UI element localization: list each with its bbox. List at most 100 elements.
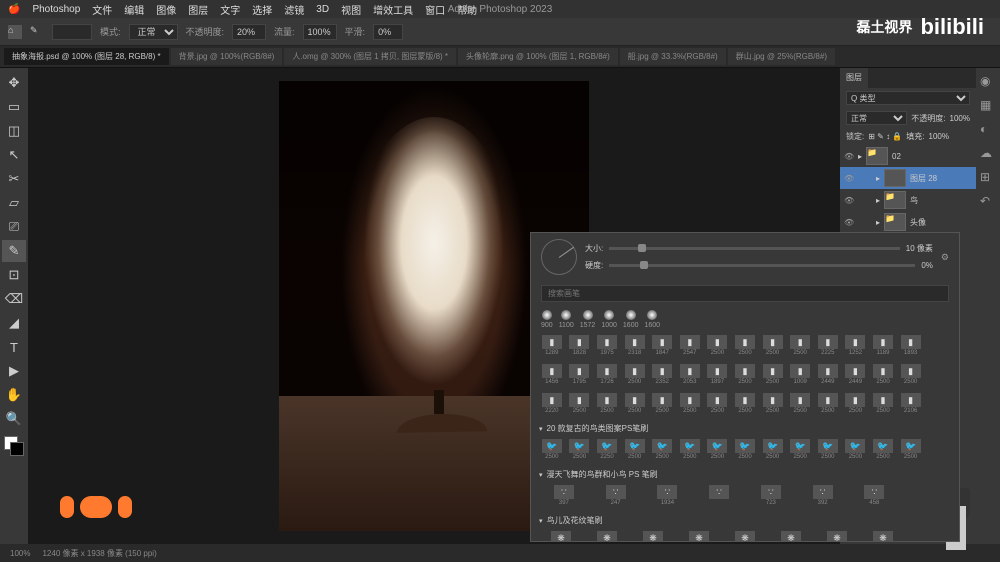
brush-item[interactable]: ❋789 [861, 529, 905, 541]
brush-item[interactable]: ▮2500 [732, 333, 758, 358]
frame-tool[interactable]: ▱ [2, 192, 26, 214]
brush-item[interactable]: 🐦2500 [815, 437, 841, 462]
flow-input[interactable] [303, 24, 337, 40]
path-tool[interactable]: ▶ [2, 360, 26, 382]
brush-item[interactable]: ▮2449 [843, 362, 869, 387]
menu-item[interactable]: 文件 [92, 2, 112, 17]
menu-item[interactable]: 3D [316, 4, 329, 15]
brush-item[interactable]: ▮2500 [787, 391, 813, 416]
brush-item[interactable]: 🐦2500 [787, 437, 813, 462]
opacity-value[interactable]: 100% [950, 114, 970, 123]
visibility-icon[interactable]: 👁 [844, 218, 854, 227]
brush-item[interactable]: 🐦2500 [677, 437, 703, 462]
doc-tab[interactable]: 背景.jpg @ 100%(RGB/8#) [171, 48, 283, 65]
menu-item[interactable]: 增效工具 [373, 2, 413, 17]
layer-item[interactable]: 👁▸📁头像 [840, 211, 976, 233]
brush-item[interactable]: ∵458 [850, 483, 900, 508]
layers-tab[interactable]: 图层 [840, 68, 868, 88]
eyedropper-tool[interactable]: ⎚ [2, 216, 26, 238]
brush-item[interactable]: ❋ [539, 529, 583, 541]
apple-menu[interactable]: 🍎 [8, 4, 20, 15]
brush-item[interactable]: ∵723 [746, 483, 796, 508]
brush-item[interactable]: ▮2500 [732, 391, 758, 416]
brush-item[interactable]: ▮2500 [760, 362, 786, 387]
gradient-tool[interactable]: ◢ [2, 312, 26, 334]
doc-tab[interactable]: 船.jpg @ 33.3%(RGB/8#) [620, 48, 726, 65]
brush-item[interactable]: ▮2500 [622, 391, 648, 416]
move-tool[interactable]: ✥ [2, 72, 26, 94]
brush-item[interactable]: ∵397 [539, 483, 589, 508]
menu-item[interactable]: Photoshop [32, 4, 80, 15]
adjustments-panel-icon[interactable]: ◐ [980, 122, 996, 138]
brush-preset[interactable]: 1600 [644, 310, 660, 329]
brush-item[interactable]: ❋328 [769, 529, 813, 541]
brush-item[interactable]: ∵1934 [643, 483, 693, 508]
brush-item[interactable]: 🐦2500 [843, 437, 869, 462]
brush-item[interactable]: ▮2500 [677, 391, 703, 416]
brush-item[interactable]: 🐦2500 [898, 437, 924, 462]
brush-item[interactable]: 🐦2500 [649, 437, 675, 462]
brush-angle-control[interactable] [541, 239, 577, 275]
brush-item[interactable]: ▮2500 [594, 391, 620, 416]
brush-item[interactable]: ▮2500 [705, 333, 731, 358]
brush-item[interactable]: ▮2500 [622, 362, 648, 387]
doc-tab[interactable]: 人.omg @ 300% (图层 1 拷贝, 图层蒙版/8) * [284, 48, 456, 65]
brush-item[interactable]: ▮2500 [760, 333, 786, 358]
selection-tool[interactable]: ↖ [2, 144, 26, 166]
layer-item[interactable]: 👁▸📁02 [840, 145, 976, 167]
brush-item[interactable]: ∵392 [798, 483, 848, 508]
type-tool[interactable]: T [2, 336, 26, 358]
eraser-tool[interactable]: ⌫ [2, 288, 26, 310]
brush-preset[interactable]: 900 [541, 310, 553, 329]
menu-item[interactable]: 滤镜 [284, 2, 304, 17]
blend-mode-select[interactable]: 正常 [129, 24, 178, 40]
brush-item[interactable]: 🐦2500 [870, 437, 896, 462]
brush-item[interactable]: ▮2053 [677, 362, 703, 387]
brush-tool-icon[interactable]: ✎ [30, 25, 44, 39]
visibility-icon[interactable]: 👁 [844, 152, 854, 161]
hardness-slider[interactable] [609, 264, 915, 267]
blend-mode-select[interactable]: 正常 [846, 111, 907, 125]
brush-item[interactable]: ▮2352 [649, 362, 675, 387]
brush-item[interactable]: ▮2500 [705, 391, 731, 416]
brush-item[interactable]: 🐦2500 [539, 437, 565, 462]
brush-item[interactable]: ∵247 [591, 483, 641, 508]
brush-item[interactable]: 🐦2500 [760, 437, 786, 462]
brush-item[interactable]: 🐦2250 [594, 437, 620, 462]
doc-tab[interactable]: 头像轮廓.png @ 100% (图层 1, RGB/8#) [458, 48, 618, 65]
brush-item[interactable]: ▮2500 [870, 362, 896, 387]
lock-icons[interactable]: ⊞ ✎ ↕ 🔒 [868, 132, 902, 141]
menu-item[interactable]: 文字 [220, 2, 240, 17]
brush-item[interactable]: ▮2500 [870, 391, 896, 416]
brush-item[interactable]: ▮1252 [843, 333, 869, 358]
brush-item[interactable]: 🐦2500 [732, 437, 758, 462]
brush-item[interactable]: ▮2318 [622, 333, 648, 358]
stamp-tool[interactable]: ⊡ [2, 264, 26, 286]
brush-item[interactable]: ▮1726 [594, 362, 620, 387]
brush-search-input[interactable] [541, 285, 949, 302]
brush-item[interactable]: ▮2225 [815, 333, 841, 358]
brush-preset[interactable]: 1000 [601, 310, 617, 329]
zoom-value[interactable]: 100% [10, 549, 30, 558]
lasso-tool[interactable]: ◫ [2, 120, 26, 142]
menu-item[interactable]: 图层 [188, 2, 208, 17]
size-value[interactable]: 10 像素 [906, 243, 933, 254]
brush-preset[interactable]: 1572 [580, 310, 596, 329]
brush-group[interactable]: 鸟儿及花纹笔刷 [539, 512, 951, 529]
color-panel-icon[interactable]: ◉ [980, 74, 996, 90]
size-slider[interactable] [609, 247, 900, 250]
brush-item[interactable]: ▮1975 [594, 333, 620, 358]
color-swatch[interactable] [4, 436, 24, 456]
brush-item[interactable]: ▮2220 [539, 391, 565, 416]
brush-item[interactable]: 🐦2500 [705, 437, 731, 462]
smooth-input[interactable] [373, 24, 403, 40]
brush-item[interactable]: ▮1009 [787, 362, 813, 387]
brush-item[interactable]: ▮1897 [705, 362, 731, 387]
fill-value[interactable]: 100% [929, 132, 949, 141]
brush-item[interactable]: ▮2106 [898, 391, 924, 416]
brush-item[interactable]: ▮2500 [787, 333, 813, 358]
libraries-panel-icon[interactable]: ☁ [980, 146, 996, 162]
brush-item[interactable]: ▮2500 [815, 391, 841, 416]
brush-item[interactable]: ▮2500 [898, 362, 924, 387]
visibility-icon[interactable]: 👁 [844, 174, 854, 183]
